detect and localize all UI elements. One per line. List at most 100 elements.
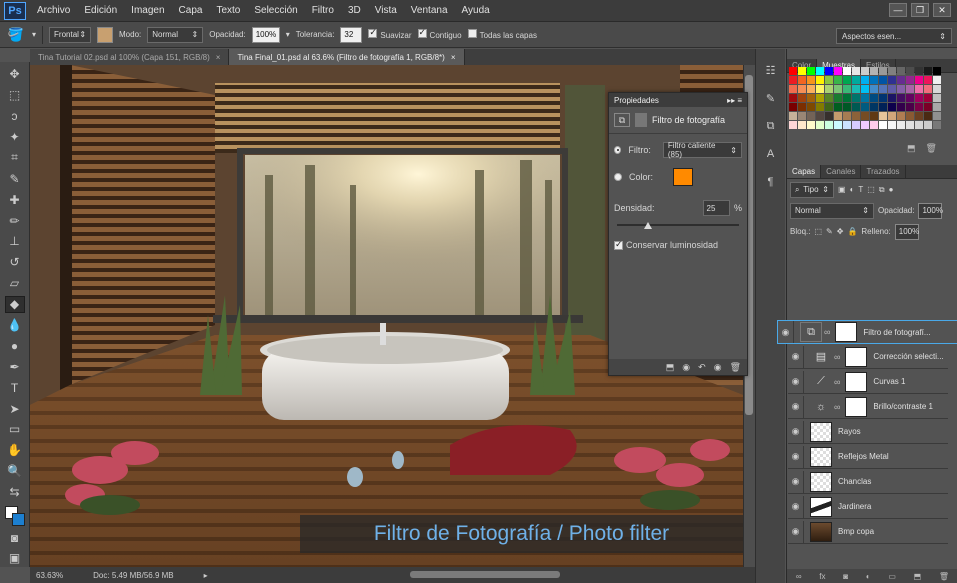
tool-preset-caret-icon[interactable]: ▾ [32, 30, 36, 39]
color-swatch[interactable] [807, 121, 815, 129]
color-swatch[interactable] [897, 67, 905, 75]
paint-bucket-tool-icon[interactable]: ◆ [4, 295, 25, 313]
color-swatch[interactable] [924, 103, 932, 111]
color-swatch[interactable] [906, 121, 914, 129]
eye-icon[interactable]: ◉ [788, 345, 804, 368]
color-swatch[interactable] [888, 103, 896, 111]
color-swatch[interactable] [852, 103, 860, 111]
color-swatch[interactable] [870, 112, 878, 120]
reset-icon[interactable]: ↶ [698, 362, 706, 373]
trash-icon[interactable]: 🗑 [730, 362, 741, 373]
quick-mask-icon[interactable]: ◙ [5, 529, 25, 546]
color-swatch[interactable] [798, 112, 806, 120]
color-swatch[interactable] [915, 112, 923, 120]
color-swatch[interactable] [906, 76, 914, 84]
color-swatch[interactable] [825, 85, 833, 93]
trash-icon[interactable]: 🗑 [926, 143, 937, 154]
quick-select-tool-icon[interactable]: ✦ [5, 129, 25, 146]
zoom-tool-icon[interactable]: 🔍 [5, 463, 25, 480]
layer-curves[interactable]: ◉ ⟋ ∞ Curvas 1 [788, 370, 948, 394]
color-swatch[interactable] [924, 121, 932, 129]
color-swatch[interactable] [906, 103, 914, 111]
color-swatch[interactable] [924, 76, 932, 84]
color-swatch[interactable] [807, 76, 815, 84]
filter-radio[interactable] [614, 146, 622, 154]
menu-3d[interactable]: 3D [341, 5, 368, 16]
color-swatch[interactable] [888, 85, 896, 93]
color-swatch[interactable] [834, 112, 842, 120]
history-brush-tool-icon[interactable]: ↺ [5, 254, 25, 271]
background-color[interactable] [11, 512, 25, 526]
eye-icon[interactable]: ◉ [788, 395, 804, 418]
color-swatch[interactable] [789, 94, 797, 102]
density-slider[interactable] [617, 220, 739, 232]
color-swatch[interactable] [843, 112, 851, 120]
color-swatch[interactable] [816, 94, 824, 102]
color-swatch[interactable] [870, 94, 878, 102]
color-swatch[interactable] [852, 76, 860, 84]
color-swatch[interactable] [888, 76, 896, 84]
color-swatch[interactable] [852, 94, 860, 102]
eye-icon[interactable]: ◉ [788, 370, 804, 393]
color-swatch[interactable] [816, 103, 824, 111]
zoom-level[interactable]: 63.63% [36, 571, 63, 580]
color-swatch[interactable] [933, 112, 941, 120]
trash-icon[interactable]: 🗑 [939, 572, 949, 581]
layer-rayos[interactable]: ◉ Rayos [788, 420, 948, 444]
color-swatch[interactable] [861, 67, 869, 75]
color-swatch[interactable] [825, 112, 833, 120]
color-swatch[interactable] [906, 85, 914, 93]
healing-tool-icon[interactable]: ✚ [5, 191, 25, 208]
color-swatch[interactable] [879, 85, 887, 93]
density-input[interactable]: 25 [702, 200, 730, 216]
color-swatch[interactable] [843, 94, 851, 102]
lasso-tool-icon[interactable]: ↄ [5, 108, 25, 125]
color-swatch[interactable] [933, 85, 941, 93]
visibility-icon[interactable]: ◉ [714, 362, 722, 373]
minimize-icon[interactable]: — [889, 3, 907, 17]
color-swatch[interactable] [897, 112, 905, 120]
pen-tool-icon[interactable]: ✒ [5, 358, 25, 375]
color-swatch[interactable] [825, 67, 833, 75]
color-swatch[interactable] [843, 67, 851, 75]
color-swatch[interactable] [798, 121, 806, 129]
color-swatch[interactable] [861, 94, 869, 102]
color-swatch[interactable] [807, 103, 815, 111]
color-swatch[interactable] [915, 103, 923, 111]
slider-thumb[interactable] [643, 222, 652, 229]
link-layers-icon[interactable]: ∞ [796, 572, 802, 581]
brush-presets-icon[interactable]: ✎ [762, 89, 780, 107]
new-layer-icon[interactable]: ⬒ [914, 572, 922, 581]
color-swatch[interactable] [933, 103, 941, 111]
opacity-input[interactable]: 100% [251, 26, 280, 43]
color-swatch[interactable] [906, 67, 914, 75]
color-swatch[interactable] [897, 85, 905, 93]
color-swatch[interactable] [915, 121, 923, 129]
pattern-picker[interactable] [97, 26, 114, 43]
type-tool-icon[interactable]: T [5, 379, 25, 396]
color-swatch[interactable] [870, 121, 878, 129]
menu-texto[interactable]: Texto [209, 5, 247, 16]
eye-icon[interactable]: ◉ [788, 445, 804, 468]
color-swatch[interactable] [915, 67, 923, 75]
crop-tool-icon[interactable]: ⌗ [5, 150, 25, 167]
eye-icon[interactable]: ◉ [788, 470, 804, 493]
color-swatch[interactable] [879, 94, 887, 102]
color-swatch[interactable] [933, 67, 941, 75]
color-swatch[interactable] [816, 85, 824, 93]
marquee-tool-icon[interactable]: ⬚ [5, 87, 25, 104]
color-swatch[interactable] [852, 67, 860, 75]
color-swatch[interactable] [870, 103, 878, 111]
color-swatch[interactable] [879, 103, 887, 111]
color-swatch[interactable] [897, 103, 905, 111]
menu-edicion[interactable]: Edición [77, 5, 124, 16]
color-swatch[interactable] [798, 76, 806, 84]
paragraph-icon[interactable]: ¶ [762, 173, 780, 191]
fx-icon[interactable]: fx [819, 572, 825, 581]
fill-source-select[interactable]: Frontal ⇕ [49, 26, 92, 43]
color-swatch[interactable] [861, 76, 869, 84]
mask-icon[interactable] [635, 113, 647, 127]
path-select-tool-icon[interactable]: ➤ [5, 400, 25, 417]
color-swatch[interactable] [870, 67, 878, 75]
blur-tool-icon[interactable]: 💧 [5, 317, 25, 334]
